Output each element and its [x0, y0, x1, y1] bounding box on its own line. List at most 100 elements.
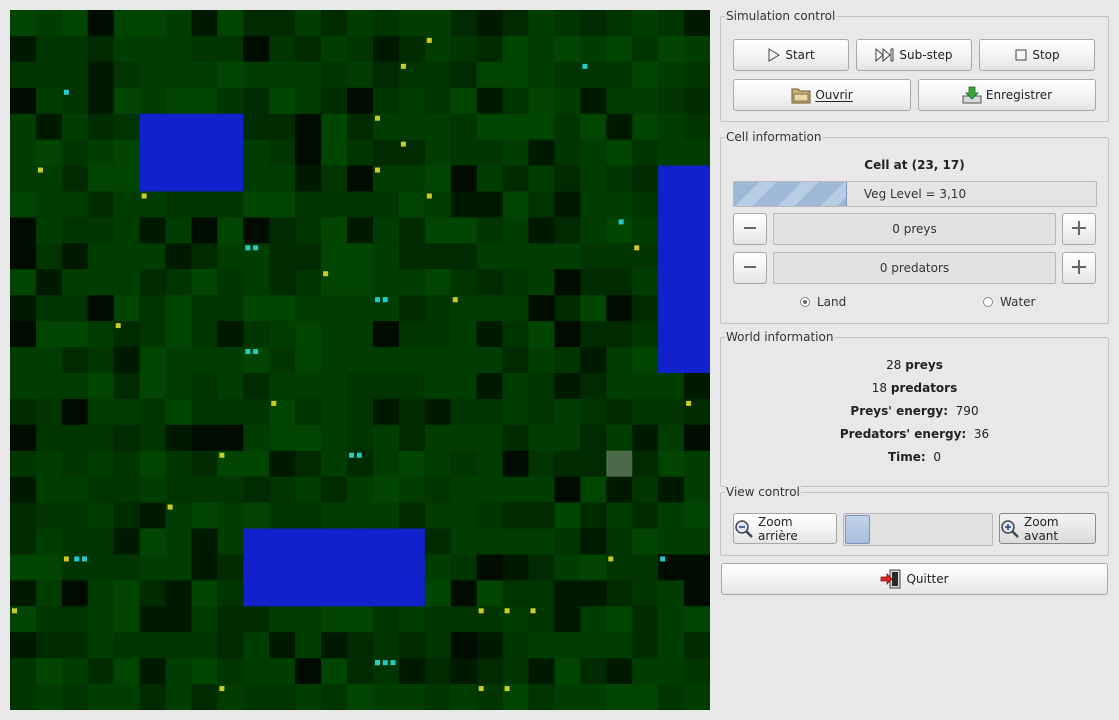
- vegetation-cell[interactable]: [606, 580, 633, 607]
- vegetation-cell[interactable]: [139, 424, 167, 452]
- vegetation-cell[interactable]: [87, 61, 115, 89]
- vegetation-cell[interactable]: [398, 606, 426, 633]
- vegetation-cell[interactable]: [113, 347, 141, 374]
- vegetation-cell[interactable]: [295, 61, 322, 89]
- vegetation-cell[interactable]: [684, 113, 711, 141]
- vegetation-cell[interactable]: [217, 269, 244, 296]
- vegetation-cell[interactable]: [61, 528, 89, 555]
- vegetation-cell[interactable]: [217, 295, 244, 322]
- vegetation-cell[interactable]: [87, 372, 115, 400]
- vegetation-cell[interactable]: [269, 113, 296, 141]
- vegetation-cell[interactable]: [191, 269, 218, 296]
- vegetation-cell[interactable]: [191, 372, 218, 400]
- vegetation-cell[interactable]: [87, 191, 115, 218]
- vegetation-cell[interactable]: [10, 295, 37, 322]
- vegetation-cell[interactable]: [554, 632, 581, 659]
- vegetation-cell[interactable]: [139, 35, 167, 63]
- vegetation-cell[interactable]: [606, 347, 633, 374]
- vegetation-cell[interactable]: [113, 269, 141, 296]
- zoom-in-button[interactable]: Zoom avant: [999, 513, 1096, 544]
- vegetation-cell[interactable]: [217, 217, 244, 244]
- vegetation-cell[interactable]: [61, 606, 89, 633]
- vegetation-cell[interactable]: [269, 658, 296, 685]
- vegetation-cell[interactable]: [347, 269, 374, 296]
- vegetation-cell[interactable]: [450, 10, 478, 37]
- vegetation-cell[interactable]: [35, 632, 63, 659]
- vegetation-cell[interactable]: [165, 243, 192, 270]
- vegetation-cell[interactable]: [35, 10, 63, 37]
- selected-cell[interactable]: [606, 450, 633, 477]
- vegetation-cell[interactable]: [372, 243, 400, 270]
- vegetation-cell[interactable]: [347, 502, 374, 530]
- vegetation-cell[interactable]: [632, 321, 659, 348]
- vegetation-cell[interactable]: [450, 61, 478, 89]
- vegetation-cell[interactable]: [347, 321, 374, 348]
- vegetation-cell[interactable]: [450, 502, 478, 530]
- vegetation-cell[interactable]: [476, 113, 504, 141]
- vegetation-cell[interactable]: [476, 191, 504, 218]
- vegetation-cell[interactable]: [580, 191, 607, 218]
- vegetation-cell[interactable]: [139, 658, 167, 685]
- vegetation-cell[interactable]: [372, 10, 400, 37]
- vegetation-cell[interactable]: [139, 217, 167, 244]
- vegetation-cell[interactable]: [87, 502, 115, 530]
- vegetation-cell[interactable]: [476, 347, 504, 374]
- vegetation-cell[interactable]: [632, 606, 659, 633]
- vegetation-cell[interactable]: [35, 450, 63, 478]
- vegetation-cell[interactable]: [372, 684, 400, 711]
- vegetation-cell[interactable]: [165, 450, 192, 478]
- vegetation-cell[interactable]: [10, 658, 37, 685]
- vegetation-cell[interactable]: [191, 580, 218, 607]
- vegetation-cell[interactable]: [10, 10, 37, 37]
- vegetation-cell[interactable]: [424, 61, 452, 89]
- zoom-slider-handle[interactable]: [845, 515, 870, 544]
- vegetation-cell[interactable]: [10, 269, 37, 296]
- vegetation-cell[interactable]: [10, 61, 37, 89]
- vegetation-cell[interactable]: [321, 321, 348, 348]
- vegetation-cell[interactable]: [347, 10, 374, 37]
- vegetation-cell[interactable]: [450, 424, 478, 452]
- vegetation-cell[interactable]: [554, 35, 581, 63]
- vegetation-cell[interactable]: [632, 528, 659, 555]
- vegetation-cell[interactable]: [113, 398, 141, 426]
- vegetation-cell[interactable]: [87, 424, 115, 452]
- vegetation-cell[interactable]: [658, 606, 685, 633]
- vegetation-cell[interactable]: [528, 191, 555, 218]
- vegetation-cell[interactable]: [10, 139, 37, 167]
- add-prey-button[interactable]: [1062, 213, 1096, 245]
- vegetation-cell[interactable]: [554, 398, 581, 426]
- vegetation-cell[interactable]: [347, 113, 374, 141]
- vegetation-cell[interactable]: [243, 10, 270, 37]
- vegetation-cell[interactable]: [424, 632, 452, 659]
- vegetation-cell[interactable]: [684, 87, 711, 115]
- vegetation-cell[interactable]: [321, 113, 348, 141]
- vegetation-cell[interactable]: [269, 450, 296, 478]
- vegetation-cell[interactable]: [580, 528, 607, 555]
- vegetation-cell[interactable]: [87, 554, 115, 581]
- vegetation-cell[interactable]: [424, 87, 452, 115]
- vegetation-cell[interactable]: [372, 398, 400, 426]
- vegetation-cell[interactable]: [113, 243, 141, 270]
- vegetation-cell[interactable]: [139, 554, 167, 581]
- vegetation-cell[interactable]: [165, 424, 192, 452]
- vegetation-cell[interactable]: [528, 502, 555, 530]
- vegetation-cell[interactable]: [269, 295, 296, 322]
- vegetation-cell[interactable]: [450, 398, 478, 426]
- vegetation-cell[interactable]: [372, 87, 400, 115]
- vegetation-cell[interactable]: [10, 398, 37, 426]
- vegetation-cell[interactable]: [372, 35, 400, 63]
- vegetation-cell[interactable]: [658, 658, 685, 685]
- vegetation-cell[interactable]: [450, 606, 478, 633]
- vegetation-cell[interactable]: [606, 658, 633, 685]
- vegetation-cell[interactable]: [554, 450, 581, 478]
- vegetation-cell[interactable]: [269, 424, 296, 452]
- vegetation-cell[interactable]: [424, 347, 452, 374]
- vegetation-cell[interactable]: [87, 476, 115, 504]
- vegetation-cell[interactable]: [295, 684, 322, 711]
- vegetation-cell[interactable]: [450, 684, 478, 711]
- vegetation-cell[interactable]: [502, 347, 530, 374]
- vegetation-cell[interactable]: [321, 243, 348, 270]
- vegetation-cell[interactable]: [450, 113, 478, 141]
- vegetation-cell[interactable]: [502, 87, 530, 115]
- vegetation-cell[interactable]: [139, 632, 167, 659]
